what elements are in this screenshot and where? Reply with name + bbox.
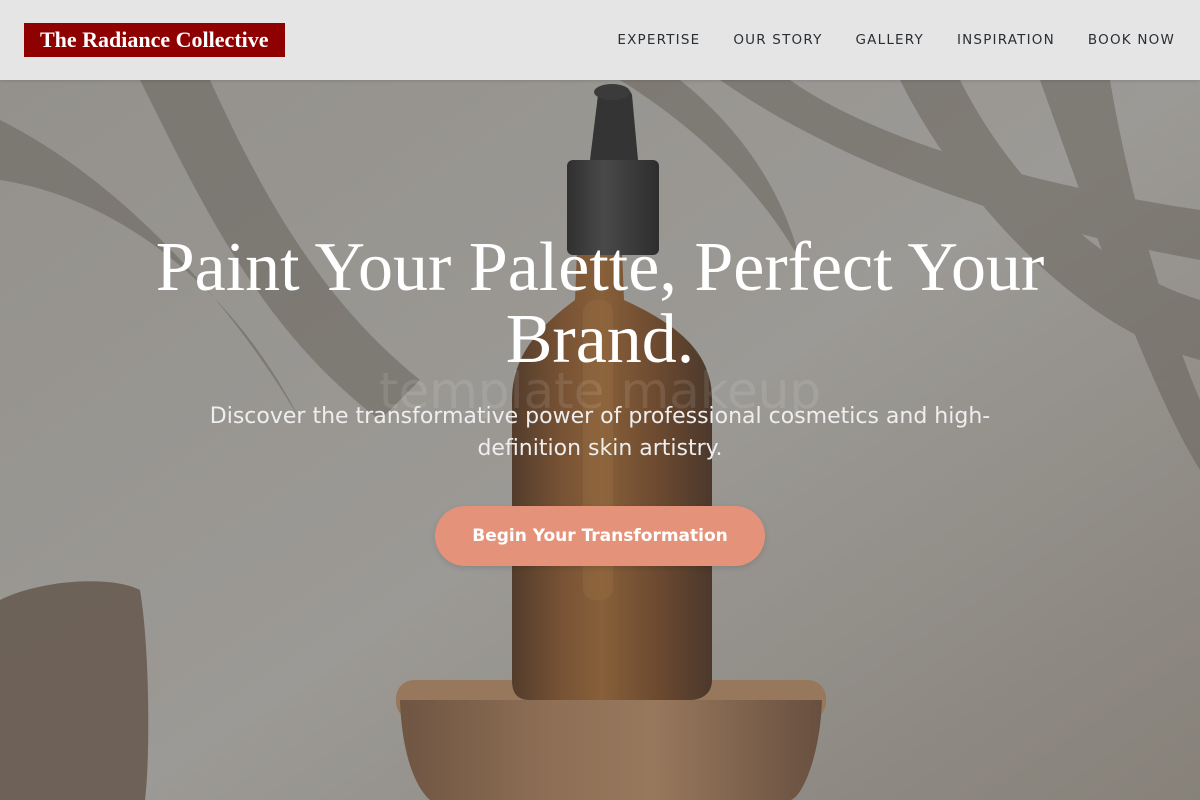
nav-link-our-story[interactable]: OUR STORY (733, 32, 822, 48)
nav-link-expertise[interactable]: EXPERTISE (617, 32, 700, 48)
nav-link-book-now[interactable]: BOOK NOW (1088, 32, 1175, 48)
hero-title: Paint Your Palette, Perfect Your Brand. (155, 229, 1045, 378)
page: The Radiance Collective EXPERTISE OUR ST… (0, 0, 1200, 800)
begin-transformation-button[interactable]: Begin Your Transformation (435, 506, 765, 566)
hero-subtitle: Discover the transformative power of pro… (209, 404, 991, 461)
nav-link-gallery[interactable]: GALLERY (856, 32, 924, 48)
main-nav: EXPERTISE OUR STORY GALLERY INSPIRATION … (617, 0, 1175, 80)
site-header: The Radiance Collective EXPERTISE OUR ST… (0, 0, 1200, 80)
nav-link-inspiration[interactable]: INSPIRATION (957, 32, 1055, 48)
brand-logo[interactable]: The Radiance Collective (24, 23, 285, 57)
